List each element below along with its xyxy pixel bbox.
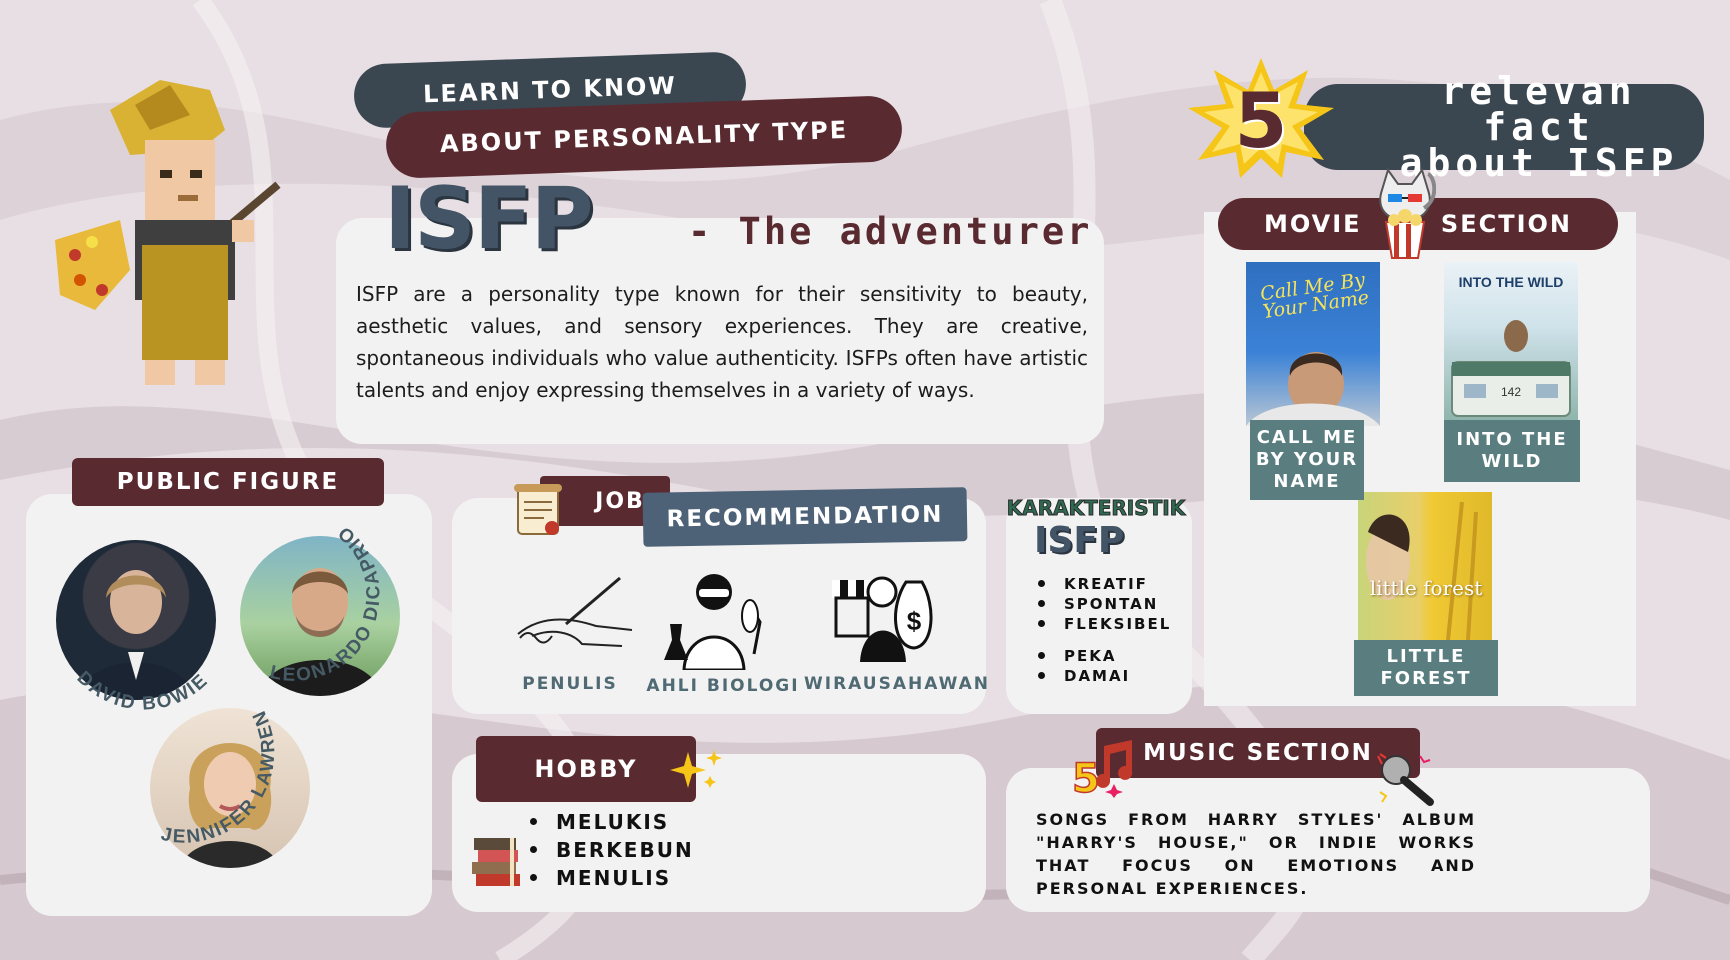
- svg-text:LEONARDO DICAPRIO: LEONARDO DICAPRIO: [268, 521, 385, 686]
- karakteristik-list: KREATIF SPONTAN FLEKSIBEL PEKA DAMAI: [1034, 574, 1171, 686]
- type-code-title: ISFP: [384, 169, 594, 269]
- svg-text:JENNIFER LAWRENCE: JENNIFER LAWRENCE: [142, 692, 280, 848]
- public-figure-title: PUBLIC FIGURE: [72, 458, 384, 506]
- karakteristik-item: KREATIF: [1034, 574, 1171, 594]
- job-wirausahawan: WIRAUSAHAWAN: [804, 674, 990, 694]
- movie-title-left: MOVIE: [1264, 210, 1362, 238]
- caption-little-forest: LITTLE FOREST: [1354, 640, 1498, 696]
- facts-number: 5: [1234, 76, 1288, 165]
- about-personality-label: ABOUT PERSONALITY TYPE: [439, 115, 849, 159]
- music-title-label: MUSIC SECTION: [1143, 740, 1373, 766]
- poster-title-little-forest: little forest: [1369, 576, 1483, 600]
- music-notes-icon: 5: [1071, 740, 1133, 798]
- hobby-item: BERKEBUN: [526, 836, 694, 864]
- job-recommendation-label: RECOMMENDATION: [666, 501, 944, 533]
- karakteristik-title: KARAKTERISTIK: [1006, 496, 1186, 521]
- poster-title-into-the-wild: INTO THE WILD: [1458, 274, 1564, 290]
- leonardo-curved-label: LEONARDO DICAPRIO: [268, 521, 383, 686]
- entrepreneur-shop-icon: $: [832, 576, 933, 662]
- cat-popcorn-icon: [1379, 168, 1436, 259]
- poster-little-forest[interactable]: little forest: [1358, 492, 1492, 640]
- learn-to-know-label: LEARN TO KNOW: [422, 71, 678, 109]
- type-subtitle: - The adventurer: [688, 210, 1093, 253]
- jennifer-lawrence-label: JENNIFER LAWRENCE: [142, 692, 278, 848]
- microphone-icon: [1377, 753, 1434, 806]
- job-penulis: PENULIS: [522, 674, 618, 694]
- svg-text:5: 5: [1072, 756, 1100, 798]
- poster-bus-number: 142: [1501, 385, 1521, 399]
- writer-hand-icon: [517, 576, 633, 647]
- facts-banner: relevan fact about ISFP: [1304, 72, 1704, 182]
- hobby-item: MELUKIS: [526, 808, 694, 836]
- poster-into-the-wild[interactable]: INTO THE WILD 142: [1444, 262, 1578, 426]
- public-figure-title-label: PUBLIC FIGURE: [116, 469, 340, 495]
- description-text: ISFP are a personality type known for th…: [356, 282, 1088, 402]
- karakteristik-item: PEKA: [1034, 646, 1171, 666]
- scroll-certificate-icon: [514, 484, 562, 535]
- hobby-title: HOBBY: [476, 736, 696, 802]
- painter-character-icon: [55, 80, 281, 385]
- jennifer-curved-label: JENNIFER LAWRENCE: [142, 692, 278, 848]
- music-description: SONGS FROM HARRY STYLES' ALBUM "HARRY'S …: [1036, 810, 1476, 898]
- karakteristik-item: SPONTAN: [1034, 594, 1171, 614]
- leonardo-dicaprio-label: LEONARDO DICAPRIO: [268, 521, 383, 686]
- karakteristik-type: ISFP: [1034, 520, 1125, 561]
- biologist-icon: [664, 574, 762, 670]
- job-recommendation-title: RECOMMENDATION: [642, 487, 968, 547]
- movie-title-right: SECTION: [1440, 210, 1572, 238]
- david-bowie-curved-label: DAVID BOWIE: [73, 667, 211, 714]
- karakteristik-item: FLEKSIBEL: [1034, 614, 1171, 634]
- music-section-title: MUSIC SECTION: [1096, 728, 1420, 778]
- poster-title-call-me: Call Me By Your Name: [1258, 268, 1371, 324]
- sparkle-icon: [670, 750, 722, 788]
- hobby-list: MELUKIS BERKEBUN MENULIS: [526, 808, 694, 892]
- facts-title-line1: relevan fact: [1441, 69, 1637, 149]
- poster-call-me-by-your-name[interactable]: Call Me By Your Name: [1246, 262, 1380, 426]
- job-title-label: JOB: [595, 488, 645, 514]
- caption-into-the-wild: INTO THE WILD: [1444, 420, 1580, 482]
- caption-call-me-by-your-name: CALL ME BY YOUR NAME: [1250, 420, 1364, 500]
- job-ahli-biologi: AHLI BIOLOGI: [646, 676, 800, 696]
- karakteristik-item: DAMAI: [1034, 666, 1171, 686]
- hobby-item: MENULIS: [526, 864, 694, 892]
- svg-text:$: $: [907, 606, 922, 636]
- books-stack-icon: [472, 838, 520, 886]
- hobby-title-label: HOBBY: [534, 755, 638, 783]
